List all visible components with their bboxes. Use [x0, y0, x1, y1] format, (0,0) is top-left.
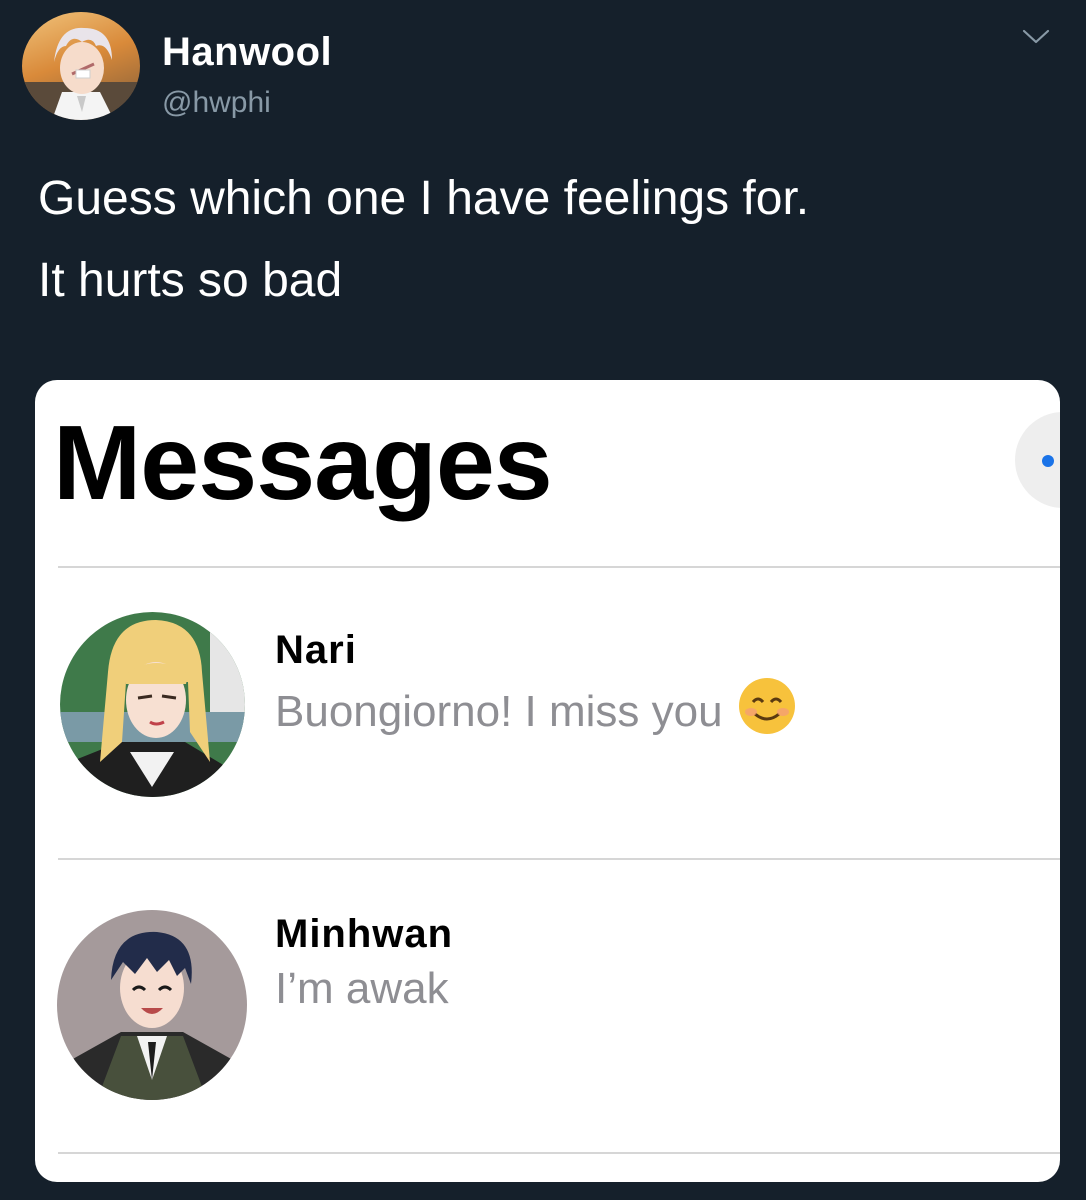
- unread-dot: [1042, 455, 1054, 467]
- conversation-preview-text: I’m awak: [275, 964, 449, 1013]
- author-avatar[interactable]: [22, 12, 140, 120]
- anime-boy-avatar-icon: [22, 27, 140, 120]
- attached-image-messages[interactable]: Messages Nari Buongiorno! I miss you Min…: [35, 380, 1060, 1182]
- conversation-row-nari: Nari Buongiorno! I miss you: [35, 568, 1060, 856]
- tweet-text-line-2: It hurts so bad: [38, 254, 343, 307]
- author-handle[interactable]: @hwphi: [162, 86, 271, 120]
- nari-avatar: [60, 612, 245, 797]
- conversation-name: Nari: [275, 628, 357, 672]
- tweet-header: Hanwool @hwphi: [22, 12, 1066, 122]
- tweet-menu-button[interactable]: [1016, 22, 1056, 52]
- anime-girl-avatar-icon: [60, 612, 245, 797]
- conversation-name: Minhwan: [275, 912, 454, 956]
- smiling-face-emoji-icon: [737, 676, 797, 747]
- author-display-name[interactable]: Hanwool: [162, 30, 332, 75]
- tweet-text: Guess which one I have feelings for. It …: [38, 158, 1048, 322]
- conversation-preview-text: Buongiorno! I miss you: [275, 687, 723, 736]
- divider: [58, 1152, 1060, 1154]
- chevron-down-icon: [1022, 29, 1050, 44]
- tweet-text-line-1: Guess which one I have feelings for.: [38, 172, 810, 225]
- compose-button: [1015, 412, 1060, 508]
- conversation-preview: Buongiorno! I miss you: [275, 676, 797, 747]
- anime-boy-suit-avatar-icon: [57, 910, 247, 1100]
- minhwan-avatar: [57, 910, 247, 1100]
- messages-title: Messages: [53, 404, 553, 522]
- conversation-row-minhwan: Minhwan I’m awak: [35, 860, 1060, 1148]
